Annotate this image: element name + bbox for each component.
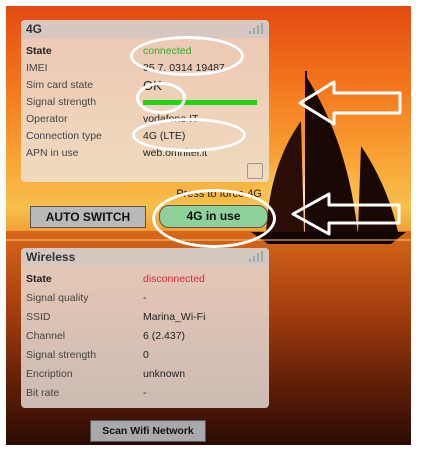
highlight-ring-mode [152, 189, 276, 248]
panel-wireless: Wireless State disconnected Signal quali… [21, 248, 269, 408]
signal-quality-label: Signal quality [26, 292, 89, 304]
panel-wireless-header: Wireless [21, 248, 269, 266]
bit-rate-label: Bit rate [26, 387, 60, 399]
wifi-state-label: State [26, 273, 52, 285]
signal-icon [249, 23, 263, 34]
channel-label: Channel [26, 330, 66, 342]
wifi-signal-strength-label: Signal strength [26, 349, 97, 361]
apn-label: APN in use [26, 147, 79, 159]
scan-wifi-button[interactable]: Scan Wifi Network [90, 420, 206, 442]
imei-label: IMEI [26, 62, 48, 74]
encription-label: Encription [26, 368, 73, 380]
bit-rate-value: - [143, 387, 147, 399]
ssid-label: SSID [26, 311, 51, 323]
arrow-icon [298, 80, 402, 126]
channel-value: 6 (2.437) [143, 330, 186, 342]
arrow-icon [291, 192, 401, 236]
connection-type-label: Connection type [26, 130, 102, 142]
highlight-ring-sim [136, 82, 186, 114]
auto-switch-button[interactable]: AUTO SWITCH [30, 206, 146, 228]
panel-4g-header: 4G [21, 20, 269, 38]
signal-icon [249, 251, 263, 262]
signal-quality-value: - [143, 292, 147, 304]
highlight-ring-state [130, 36, 244, 76]
edit-icon[interactable] [247, 163, 263, 179]
highlight-ring-operator [132, 118, 246, 152]
signal-strength-label: Signal strength [26, 96, 97, 108]
encription-value: unknown [143, 368, 186, 380]
wifi-state-value: disconnected [143, 273, 205, 285]
app-screen: 4G State connected IMEI 35 7. 0314 19487… [6, 6, 411, 445]
ssid-value: Marina_Wi-Fi [143, 311, 206, 323]
sim-state-label: Sim card state [26, 79, 94, 91]
panel-wireless-title: Wireless [26, 250, 76, 264]
panel-4g-title: 4G [26, 22, 43, 36]
operator-label: Operator [26, 113, 68, 125]
wifi-signal-strength-value: 0 [143, 349, 149, 361]
state-label: State [26, 45, 52, 57]
